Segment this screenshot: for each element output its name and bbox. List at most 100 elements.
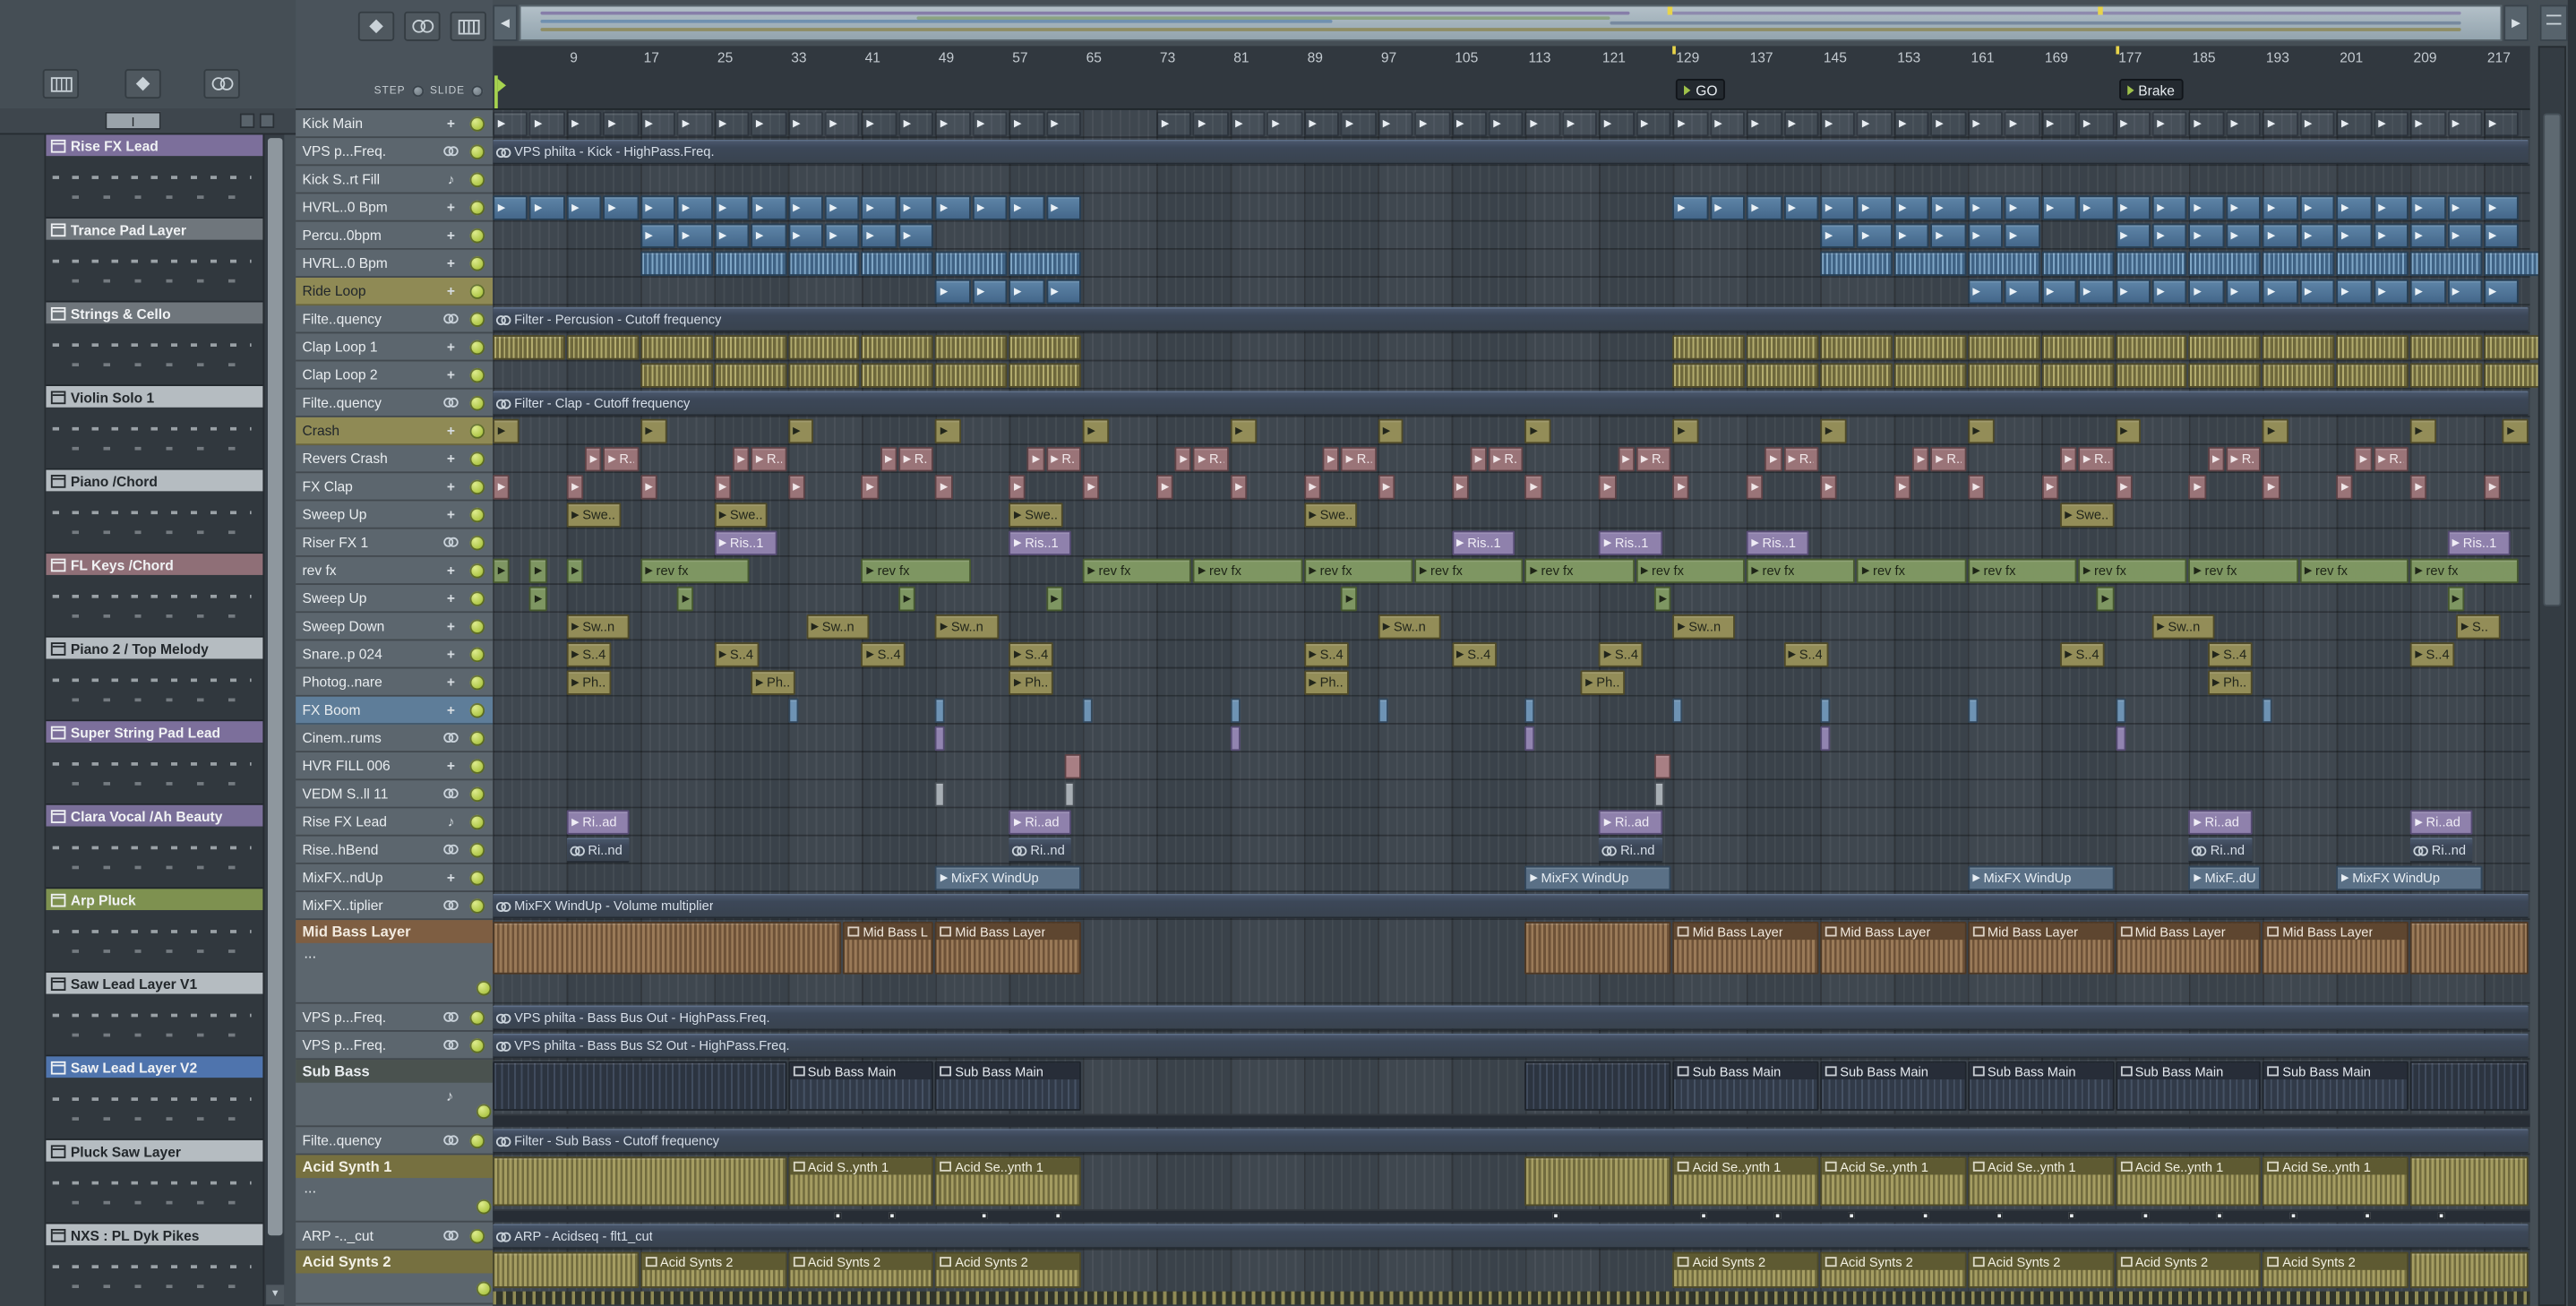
clip[interactable]: ▶ rev fx [1303, 558, 1413, 584]
picker-header-button[interactable] [239, 113, 255, 129]
clip[interactable] [1746, 363, 1819, 388]
clip[interactable]: ▶ [640, 223, 676, 248]
clip[interactable]: ▶ rev fx [1524, 558, 1635, 584]
slide-toggle[interactable] [471, 85, 484, 98]
clip[interactable]: ▶ [2041, 279, 2077, 305]
clip[interactable]: ▶ [1709, 111, 1746, 137]
clip[interactable]: ▶ [898, 223, 934, 248]
picker-header-button-2[interactable] [259, 113, 275, 129]
channel-rev-fx[interactable]: rev fx [296, 557, 494, 585]
clip[interactable] [2115, 363, 2188, 388]
clip[interactable] [1230, 726, 1241, 752]
clip[interactable] [2336, 363, 2409, 388]
channel-mid-bass-layer[interactable]: Mid Bass Layer... [296, 920, 494, 1004]
channel-activity-led[interactable] [469, 451, 485, 466]
clip[interactable]: Acid Synts 2 [1672, 1251, 1819, 1288]
clip[interactable]: ▶ [972, 279, 1008, 305]
clip[interactable]: ▶ [2115, 111, 2151, 137]
clip[interactable]: ▶ [861, 475, 879, 500]
clip[interactable]: ▶ Ph.. [1009, 670, 1054, 695]
keys-picker-button[interactable] [450, 11, 486, 41]
clip[interactable]: ▶ Sw..n [1378, 614, 1441, 640]
picker-scrollbar[interactable] [262, 134, 285, 1306]
clip[interactable]: ▶ S..4 [566, 642, 612, 667]
clip[interactable]: Sub Bass Main [1820, 1061, 1967, 1111]
automation-picker-button[interactable] [203, 69, 240, 99]
clip[interactable]: ▶ [1524, 418, 1551, 444]
clip[interactable]: ▶ [1893, 475, 1911, 500]
clip[interactable] [935, 726, 946, 752]
playlist-row-percu-0bpm[interactable]: ▶ ▶ ▶ ▶ ▶ ▶ ▶ ▶ ▶ ▶ ▶ ▶ ▶ ▶ ▶ ▶ ▶ ▶ ▶ ▶ ▶ ▶ ▶ ▶ ▶ [493, 221, 2530, 250]
clip[interactable]: ▶ [1045, 279, 1082, 305]
clip[interactable]: ▶ rev fx [1414, 558, 1524, 584]
clip[interactable]: ▶ Ris..1 [1009, 530, 1072, 555]
clip[interactable] [640, 363, 713, 388]
channel-activity-led[interactable] [476, 1199, 492, 1215]
clip[interactable] [1967, 698, 1978, 724]
playlist-row-cinem-rums[interactable] [493, 724, 2530, 753]
clip[interactable]: ▶ [2207, 446, 2225, 472]
step-toggle[interactable] [411, 85, 424, 98]
clip[interactable]: ▶R.. [1636, 446, 1671, 472]
clip[interactable]: ▶ Ph.. [566, 670, 612, 695]
channel-vedm-s-ll-11[interactable]: VEDM S..ll 11 [296, 780, 494, 809]
channel-activity-led[interactable] [469, 535, 485, 550]
channel-vps-p-freq[interactable]: VPS p...Freq. [296, 138, 494, 167]
automation-clip[interactable]: Filter - Percusion - Cutoff frequency [493, 306, 2529, 332]
clip[interactable]: ▶ [1893, 111, 1929, 137]
clip[interactable]: ▶ Sw..n [935, 614, 999, 640]
clip[interactable]: ▶ [2299, 195, 2335, 220]
playlist-row-fx-boom[interactable] [493, 696, 2530, 725]
clip[interactable]: ▶ [1820, 418, 1847, 444]
clip[interactable]: ▶ [1672, 418, 1699, 444]
channel-acid-synth-1[interactable]: Acid Synth 1... [296, 1155, 494, 1223]
channel-activity-led[interactable] [469, 758, 485, 773]
track-header[interactable]: Pluck Saw Layer [46, 1139, 263, 1162]
timeline-ruler[interactable]: 9 17 25 33 41 49 57 65 73 81 89 97 105 113 121 129 137 14… [493, 46, 2530, 110]
clip[interactable] [935, 251, 1008, 277]
clip[interactable] [640, 251, 713, 277]
clip[interactable]: ▶ [787, 418, 814, 444]
clip[interactable] [1524, 726, 1535, 752]
channel-acid-synts-2[interactable]: Acid Synts 2 [296, 1250, 494, 1305]
playlist-row-vps-p-freq[interactable]: VPS philta - Kick - HighPass.Freq. [493, 138, 2530, 167]
channel-activity-led[interactable] [469, 1010, 485, 1025]
clip[interactable]: ▶Swe..Up [1303, 503, 1358, 528]
playlist-row-acid-synth-1[interactable]: Acid S..ynth 1 Acid Se..ynth 1 Acid Se..yn… [493, 1155, 2530, 1223]
track-header[interactable]: Super String Pad Lead [46, 721, 263, 743]
track-item-super-string-pad-lead[interactable]: Super String Pad Lead [46, 721, 263, 805]
clip[interactable]: ▶ Sw..n [2151, 614, 2215, 640]
clip[interactable]: ▶ Ri..ad [566, 810, 630, 835]
clip[interactable]: ▶ [2263, 475, 2280, 500]
clip[interactable]: ▶ [714, 223, 750, 248]
clip[interactable] [566, 335, 640, 360]
clip[interactable]: ▶ [2336, 475, 2354, 500]
clip[interactable]: ▶ [2059, 446, 2077, 472]
clip[interactable]: ▶ [1322, 446, 1340, 472]
clip[interactable]: ▶ Ri..ad [2409, 810, 2474, 835]
clip[interactable] [1820, 335, 1893, 360]
clip[interactable]: ▶ Ri..ad [1599, 810, 1662, 835]
clip[interactable]: Ri..nd [2409, 838, 2474, 863]
clip[interactable]: ▶ Sw..n [1672, 614, 1736, 640]
clip[interactable]: ▶ [2188, 223, 2225, 248]
timeline-marker-go[interactable]: GO [1676, 79, 1726, 100]
clip[interactable]: ▶ [2041, 111, 2077, 137]
channel-ride-loop[interactable]: Ride Loop [296, 277, 494, 306]
playlist-row-sweep-down[interactable]: ▶ Sw..n ▶ Sw..n ▶ Sw..n ▶ Sw..n ▶ Sw..n ▶ Sw..n ▶ S.. [493, 613, 2530, 641]
playlist-row-clap-loop-2[interactable] [493, 361, 2556, 390]
channel-arp-cut[interactable]: ARP -.._cut [296, 1223, 494, 1250]
clip[interactable]: ▶ [787, 475, 805, 500]
clip[interactable]: ▶ rev fx [2188, 558, 2298, 584]
clip[interactable] [1524, 921, 1671, 975]
clip[interactable]: ▶ [1027, 446, 1044, 472]
channel-filte-quency[interactable]: Filte..quency [296, 390, 494, 417]
clip[interactable]: Mid Bass Layer [843, 921, 934, 975]
clip[interactable]: ▶ [1599, 111, 1635, 137]
clip[interactable]: Acid Synts 2 [640, 1251, 786, 1288]
channel-activity-led[interactable] [469, 702, 485, 717]
clip[interactable]: ▶ [787, 195, 823, 220]
clip[interactable]: ▶ [640, 475, 657, 500]
playlist-row-mixfx-ndup[interactable]: ▶ MixFX WindUp ▶ MixFX WindUp ▶ MixFX WindUp ▶… [493, 864, 2530, 892]
clip[interactable] [861, 363, 934, 388]
